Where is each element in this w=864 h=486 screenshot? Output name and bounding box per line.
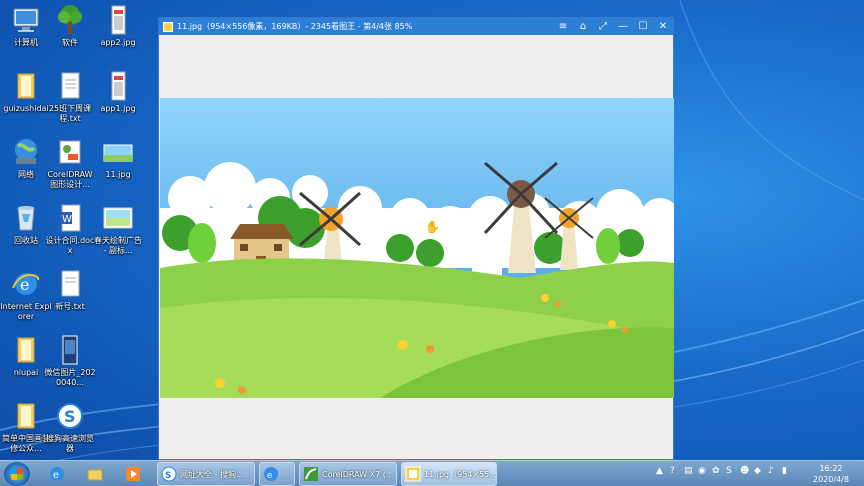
desktop-icon-label: 软件 — [62, 38, 78, 47]
image-file-icon — [102, 4, 134, 36]
pinned-explorer-icon[interactable] — [80, 463, 110, 485]
folder-icon — [10, 400, 42, 432]
internet-explorer-icon: e — [264, 467, 278, 481]
svg-text:e: e — [267, 471, 272, 481]
taskbar-ie-window[interactable]: e — [259, 462, 295, 486]
taskbar-sogou-window[interactable]: S 网址大全 - 搜狗... — [157, 462, 255, 486]
qq-tray-icon[interactable]: ☻ — [740, 466, 750, 478]
desktop-icon-app2[interactable]: app2.jpg — [92, 4, 144, 48]
coreldraw-icon — [304, 467, 318, 481]
svg-text:W: W — [62, 214, 72, 225]
system-clock[interactable]: 16:22 2020/4/8 — [808, 463, 854, 485]
displayed-image[interactable]: ✋ — [160, 98, 674, 398]
desktop-icon-contract-docx[interactable]: W 设计合同.docx — [44, 202, 96, 256]
text-file-icon — [54, 70, 86, 102]
help-icon[interactable]: ? — [670, 466, 680, 478]
taskbar-item-label: 11.jpg（954×55... — [424, 469, 497, 479]
menu-button[interactable]: ≡ — [553, 18, 573, 35]
taskbar-item-label: 网址大全 - 搜狗... — [180, 469, 244, 479]
coreldraw-file-icon — [54, 136, 86, 168]
pinned-media-player-icon[interactable] — [118, 463, 148, 485]
desktop-icon-txt-course[interactable]: 25班下周课程.txt — [44, 70, 96, 124]
start-button[interactable] — [4, 462, 30, 486]
landscape-thumbnail-icon — [102, 202, 134, 234]
antivirus-tray-icon[interactable]: ◆ — [754, 466, 764, 478]
taskbar: e S 网址大全 - 搜狗... e CorelDRAW X7 (... 11.… — [0, 460, 864, 486]
clock-time: 16:22 — [819, 464, 843, 473]
desktop-icon-new-txt[interactable]: 新号.txt — [44, 268, 96, 312]
sogou-browser-icon: S — [161, 466, 177, 482]
desktop-icon-app1[interactable]: app1.jpg — [92, 70, 144, 114]
maximize-button[interactable]: ☐ — [633, 18, 653, 35]
image-file-icon — [102, 70, 134, 102]
desktop-icon-11jpg[interactable]: 11.jpg — [92, 136, 144, 180]
folder-icon — [10, 70, 42, 102]
spring-windmill-illustration — [160, 98, 674, 398]
landscape-thumbnail-icon — [102, 136, 134, 168]
viewer-app-icon — [163, 21, 173, 32]
desktop-icon-label: app2.jpg — [100, 38, 136, 47]
text-file-icon — [54, 268, 86, 300]
desktop-icon-coreldraw[interactable]: CorelDRAW 图形设计... — [44, 136, 96, 190]
fullscreen-button[interactable]: ⤢ — [593, 18, 613, 35]
word-document-icon: W — [54, 202, 86, 234]
close-button[interactable]: ✕ — [653, 18, 673, 35]
computer-icon — [10, 4, 42, 36]
viewer-title: 11.jpg（954×556像素，169KB）- 2345看图王 - 第4/4张… — [177, 22, 413, 31]
desktop-icon-label: CorelDRAW 图形设计... — [47, 170, 93, 189]
minimize-button[interactable]: — — [613, 18, 633, 35]
network-tray-icon[interactable]: ▤ — [684, 466, 694, 478]
desktop-icon-label: 春天绘制广告 - 副标... — [94, 236, 142, 255]
desktop-icon-sogou-browser[interactable]: S 搜狗高速浏览器 — [44, 400, 96, 454]
tree-icon — [54, 4, 86, 36]
image-viewer-icon — [405, 466, 421, 482]
viewer-titlebar[interactable]: 11.jpg（954×556像素，169KB）- 2345看图王 - 第4/4张… — [159, 18, 673, 35]
desktop-icon-label: 11.jpg — [105, 170, 131, 179]
input-method-icon[interactable]: S — [726, 466, 736, 478]
hand-cursor-icon: ✋ — [425, 220, 440, 234]
desktop-icon-label: 新号.txt — [55, 302, 85, 311]
system-tray: ▲ ? ▤ ◉ ✿ S ☻ ◆ ♪ ▮ — [656, 466, 792, 478]
desktop-icon-label: app1.jpg — [100, 104, 136, 113]
signal-icon[interactable]: ▮ — [782, 466, 792, 478]
flower-tray-icon[interactable]: ✿ — [712, 466, 722, 478]
desktop-icon-wechat-image[interactable]: 微信图片_2020040... — [44, 334, 96, 388]
desktop-icon-software[interactable]: 软件 — [44, 4, 96, 48]
photo-thumbnail-icon — [54, 334, 86, 366]
svg-text:S: S — [165, 471, 171, 481]
desktop-icon-label: 25班下周课程.txt — [48, 104, 92, 123]
desktop-icon-spring-ad[interactable]: 春天绘制广告 - 副标... — [92, 202, 144, 256]
volume-icon[interactable]: ♪ — [768, 466, 778, 478]
app-tray-icon[interactable]: ◉ — [698, 466, 708, 478]
desktop-icon-label: 微信图片_2020040... — [44, 368, 96, 387]
svg-text:S: S — [64, 407, 76, 426]
sogou-browser-icon: S — [54, 400, 86, 432]
svg-text:e: e — [53, 470, 59, 481]
clock-date: 2020/4/8 — [813, 475, 849, 484]
recycle-bin-icon — [10, 202, 42, 234]
pinned-ie-icon[interactable]: e — [42, 463, 72, 485]
image-viewer-window[interactable]: 11.jpg（954×556像素，169KB）- 2345看图王 - 第4/4张… — [158, 17, 674, 460]
network-globe-icon — [10, 136, 42, 168]
notification-icon[interactable]: ▲ — [656, 466, 666, 478]
internet-explorer-icon: e — [10, 268, 42, 300]
folder-icon — [10, 334, 42, 366]
windows-logo-icon — [11, 468, 23, 480]
desktop-icon-label: 搜狗高速浏览器 — [46, 434, 94, 453]
taskbar-item-label: CorelDRAW X7 (... — [322, 469, 394, 479]
taskbar-coreldraw-window[interactable]: CorelDRAW X7 (... — [299, 462, 397, 486]
skin-button[interactable]: ⌂ — [573, 18, 593, 35]
taskbar-viewer-window[interactable]: 11.jpg（954×55... — [401, 462, 497, 486]
desktop-icon-label: 设计合同.docx — [45, 236, 95, 255]
